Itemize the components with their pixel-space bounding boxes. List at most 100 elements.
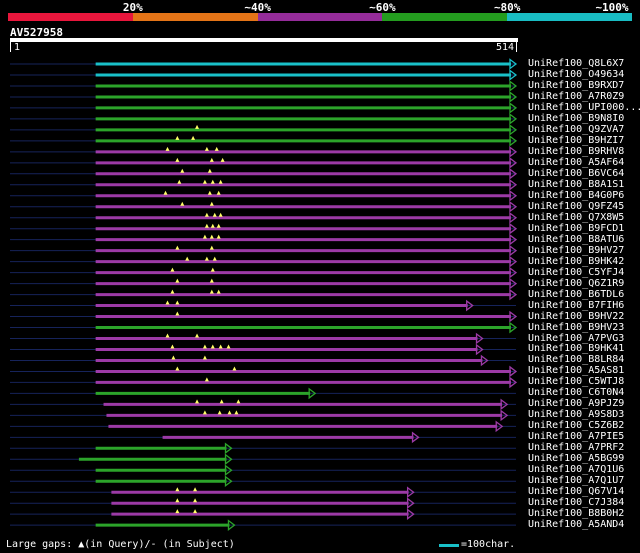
query-gap-marker [236,399,241,404]
hit-label[interactable]: UniRef100_B9HV27 [528,245,624,256]
hit-label[interactable]: UniRef100_C6T0N4 [528,387,624,398]
hit-label[interactable]: UniRef100_B8ATU6 [528,234,624,245]
query-gap-marker [218,212,223,217]
query-gap-marker [180,168,185,173]
query-gap-marker [204,256,209,261]
query-gap-marker [193,487,198,492]
query-gap-marker [175,487,180,492]
query-gap-marker [234,410,239,415]
query-gap-marker [191,135,196,140]
query-gap-marker [204,223,209,228]
hit-label[interactable]: UniRef100_A5AS81 [528,365,624,376]
hit-label[interactable]: UniRef100_Q67V14 [528,486,624,497]
query-gap-marker [232,366,237,371]
hit-label[interactable]: UniRef100_A9PJZ9 [528,398,624,409]
scale-label: =100char. [461,539,516,550]
hit-label[interactable]: UniRef100_UPI000... [528,102,640,113]
hit-label[interactable]: UniRef100_B9FCD1 [528,223,624,234]
query-gap-marker [185,256,190,261]
query-gap-marker [202,179,207,184]
hit-label[interactable]: UniRef100_B9HK41 [528,343,624,354]
hit-label[interactable]: UniRef100_Q7X8W5 [528,212,624,223]
hit-label[interactable]: UniRef100_B8A1S1 [528,179,624,190]
query-gap-marker [209,234,214,239]
query-gap-marker [170,289,175,294]
query-gap-marker [193,498,198,503]
hit-label[interactable]: UniRef100_B9HZI7 [528,135,624,146]
query-gap-marker [212,212,217,217]
hit-label[interactable]: UniRef100_B9HV22 [528,311,624,322]
hit-label[interactable]: UniRef100_A7PRF2 [528,442,624,453]
query-gap-marker [202,410,207,415]
query-gap-marker [170,267,175,272]
query-gap-marker [210,179,215,184]
hit-label[interactable]: UniRef100_C5WTJ8 [528,376,624,387]
hit-label[interactable]: UniRef100_C5YFJ4 [528,267,624,278]
query-gap-marker [219,399,224,404]
query-gap-marker [175,135,180,140]
hit-label[interactable]: UniRef100_B9HV23 [528,322,624,333]
query-gap-marker [226,344,231,349]
query-gap-marker [171,355,176,360]
query-gap-marker [165,333,170,338]
query-gap-marker [195,333,200,338]
query-gap-marker [195,124,200,129]
query-gap-marker [212,256,217,261]
hit-label[interactable]: UniRef100_A5AND4 [528,519,624,530]
query-gap-marker [163,190,168,195]
query-gap-marker [214,146,219,151]
query-gap-marker [227,410,232,415]
query-gap-marker [217,410,222,415]
query-gap-marker [220,157,225,162]
query-gap-marker [175,498,180,503]
hit-label[interactable]: UniRef100_B8LR84 [528,354,624,365]
hit-label[interactable]: UniRef100_A7Q1U6 [528,464,624,475]
hit-label[interactable]: UniRef100_Q9FZ45 [528,201,624,212]
hit-label[interactable]: UniRef100_B6VC64 [528,168,624,179]
hit-label[interactable]: UniRef100_B7FIH6 [528,300,624,311]
hit-label[interactable]: UniRef100_B8B0H2 [528,508,624,519]
query-gap-marker [207,190,212,195]
hit-label[interactable]: UniRef100_O49634 [528,69,624,80]
query-gap-marker [202,234,207,239]
query-gap-marker [207,168,212,173]
hit-label[interactable]: UniRef100_A7PIE5 [528,431,624,442]
query-gap-marker [204,212,209,217]
hit-label[interactable]: UniRef100_B9HK42 [528,256,624,267]
query-gap-marker [165,146,170,151]
legend-text: Large gaps: ▲(in Query)/- (in Subject) [6,539,235,550]
hit-label[interactable]: UniRef100_B9RXD7 [528,80,624,91]
hit-label[interactable]: UniRef100_C7J384 [528,497,624,508]
hit-label[interactable]: UniRef100_A5AF64 [528,157,624,168]
query-gap-marker [216,234,221,239]
query-gap-marker [209,245,214,250]
query-gap-marker [175,245,180,250]
hit-label[interactable]: UniRef100_Q6Z1R9 [528,278,624,289]
hit-label[interactable]: UniRef100_A9S8D3 [528,409,624,420]
query-gap-marker [210,344,215,349]
query-gap-marker [204,377,209,382]
hit-label[interactable]: UniRef100_A7PVG3 [528,333,624,344]
query-gap-marker [210,267,215,272]
query-gap-marker [209,157,214,162]
hit-label[interactable]: UniRef100_Q8L6X7 [528,58,624,69]
hit-label[interactable]: UniRef100_A7Q1U7 [528,475,624,486]
hit-label[interactable]: UniRef100_B9RHV8 [528,146,624,157]
hit-label[interactable]: UniRef100_A7R0Z9 [528,91,624,102]
query-gap-marker [216,289,221,294]
query-gap-marker [216,190,221,195]
query-gap-marker [175,311,180,316]
query-gap-marker [193,509,198,514]
hit-label[interactable]: UniRef100_B9N8I0 [528,113,624,124]
hit-label[interactable]: UniRef100_Q9ZVA7 [528,124,624,135]
hit-label[interactable]: UniRef100_B4G0P6 [528,190,624,201]
hit-label[interactable]: UniRef100_A5BG99 [528,453,624,464]
query-gap-marker [218,179,223,184]
query-gap-marker [175,157,180,162]
hit-label[interactable]: UniRef100_C5Z6B2 [528,420,624,431]
hit-label[interactable]: UniRef100_B6TDL6 [528,289,624,300]
query-gap-marker [209,201,214,206]
query-gap-marker [210,223,215,228]
query-gap-marker [175,278,180,283]
query-gap-marker [209,278,214,283]
